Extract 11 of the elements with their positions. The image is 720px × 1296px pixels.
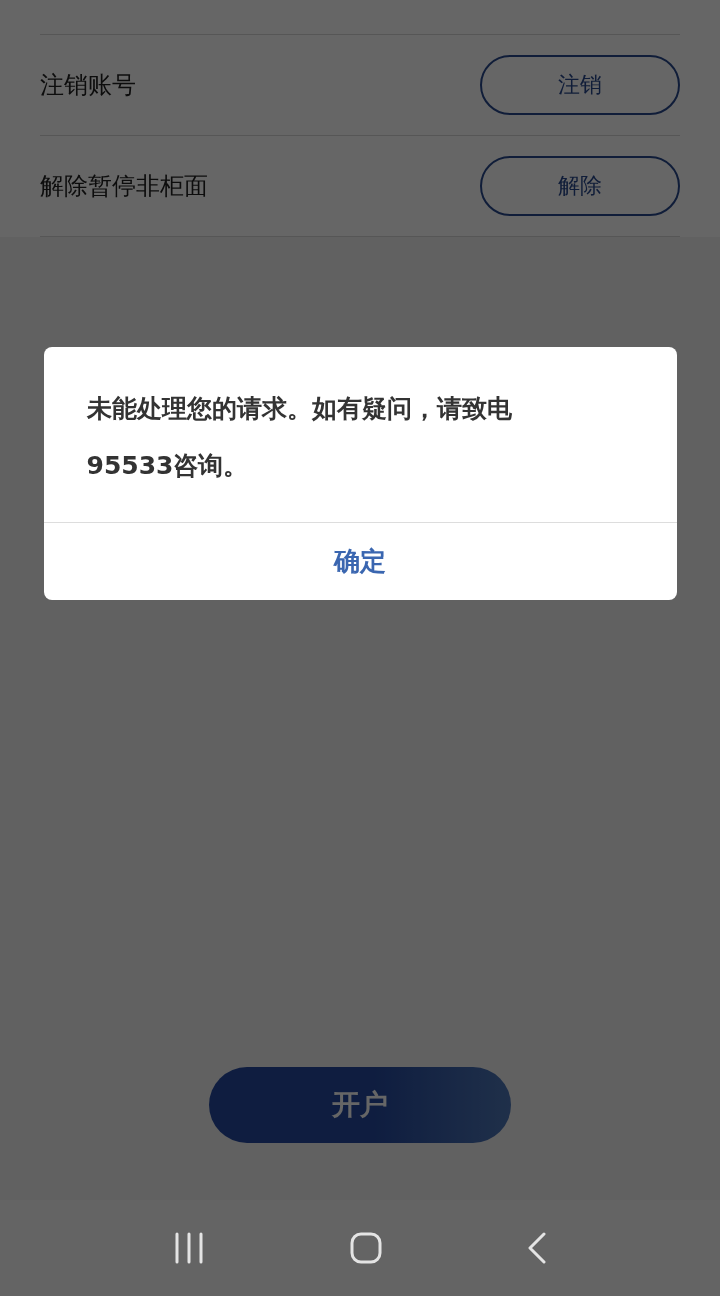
action-button[interactable]: 解除 xyxy=(480,156,680,216)
open-account-button[interactable]: 开户 xyxy=(209,1067,511,1143)
confirm-button[interactable]: 确定 xyxy=(43,522,677,600)
back-icon xyxy=(527,1232,548,1264)
setting-label: 解除暂停非柜面 xyxy=(40,171,208,202)
dialog-message: 未能处理您的请求。如有疑问，请致电95533咨询。 xyxy=(85,393,513,482)
setting-label: 注销账号 xyxy=(40,70,136,101)
back-button[interactable] xyxy=(527,1232,548,1264)
home-icon xyxy=(350,1232,382,1264)
action-button[interactable]: 注销 xyxy=(480,55,680,115)
home-button[interactable] xyxy=(350,1232,382,1264)
